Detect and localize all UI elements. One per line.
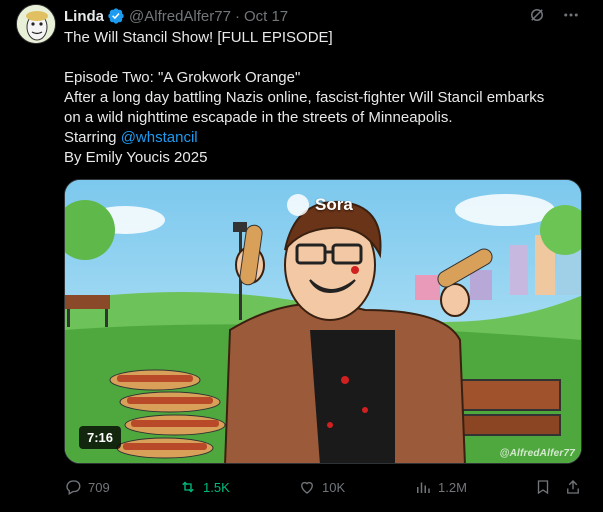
bookmark-icon (537, 480, 549, 495)
text-line: By Emily Youcis 2025 (64, 149, 208, 166)
reply-icon (66, 480, 81, 495)
repost-count: 1.5K (203, 479, 230, 495)
avatar[interactable] (16, 4, 56, 44)
top-actions (527, 5, 581, 25)
text-line: Episode Two: "A Grokwork Orange" (64, 69, 301, 86)
video-duration: 7:16 (79, 426, 122, 449)
sora-label: Sora (315, 195, 353, 214)
post-date[interactable]: Oct 17 (244, 8, 288, 25)
text-line: The Will Stancil Show! [FULL EPISODE] (64, 29, 333, 46)
video-player[interactable]: Sora 7:16 @AlfredAlfer77 (64, 179, 582, 464)
tweet[interactable]: Linda @AlfredAlfer77 · Oct 17 The Will S… (0, 0, 603, 512)
share-button[interactable] (564, 478, 582, 496)
text-line: on a wild nighttime escapade in the stre… (64, 109, 453, 126)
views-count: 1.2M (438, 479, 467, 495)
separator: · (234, 7, 240, 25)
text-line: After a long day battling Nazis online, … (64, 89, 545, 106)
video-frame (65, 180, 581, 463)
action-bar: 709 1.5K 10K 1.2M (64, 476, 584, 498)
starring-label: Starring (64, 129, 121, 146)
like-button[interactable]: 10K (298, 478, 345, 496)
like-icon (301, 481, 313, 494)
bookmark-button[interactable] (534, 478, 552, 496)
reply-button[interactable]: 709 (64, 478, 110, 496)
repost-icon (182, 481, 194, 493)
mention-link[interactable]: @whstancil (121, 129, 198, 146)
author-name[interactable]: Linda (64, 8, 104, 25)
grok-icon[interactable] (527, 5, 547, 25)
sora-icon (287, 194, 309, 216)
views-button[interactable]: 1.2M (414, 478, 467, 496)
verified-badge-icon[interactable] (107, 7, 125, 25)
sora-badge: Sora (287, 194, 353, 216)
video-watermark: @AlfredAlfer77 (499, 448, 575, 459)
tweet-header: Linda @AlfredAlfer77 · Oct 17 (64, 6, 288, 26)
repost-button[interactable]: 1.5K (179, 478, 230, 496)
author-handle[interactable]: @AlfredAlfer77 (129, 8, 231, 25)
views-icon (417, 482, 430, 493)
like-count: 10K (322, 479, 346, 495)
tweet-text: The Will Stancil Show! [FULL EPISODE] Ep… (64, 28, 584, 168)
text-line: Starring @whstancil (64, 128, 584, 148)
reply-count: 709 (88, 479, 110, 495)
share-icon (567, 480, 579, 494)
more-icon[interactable] (561, 5, 581, 25)
